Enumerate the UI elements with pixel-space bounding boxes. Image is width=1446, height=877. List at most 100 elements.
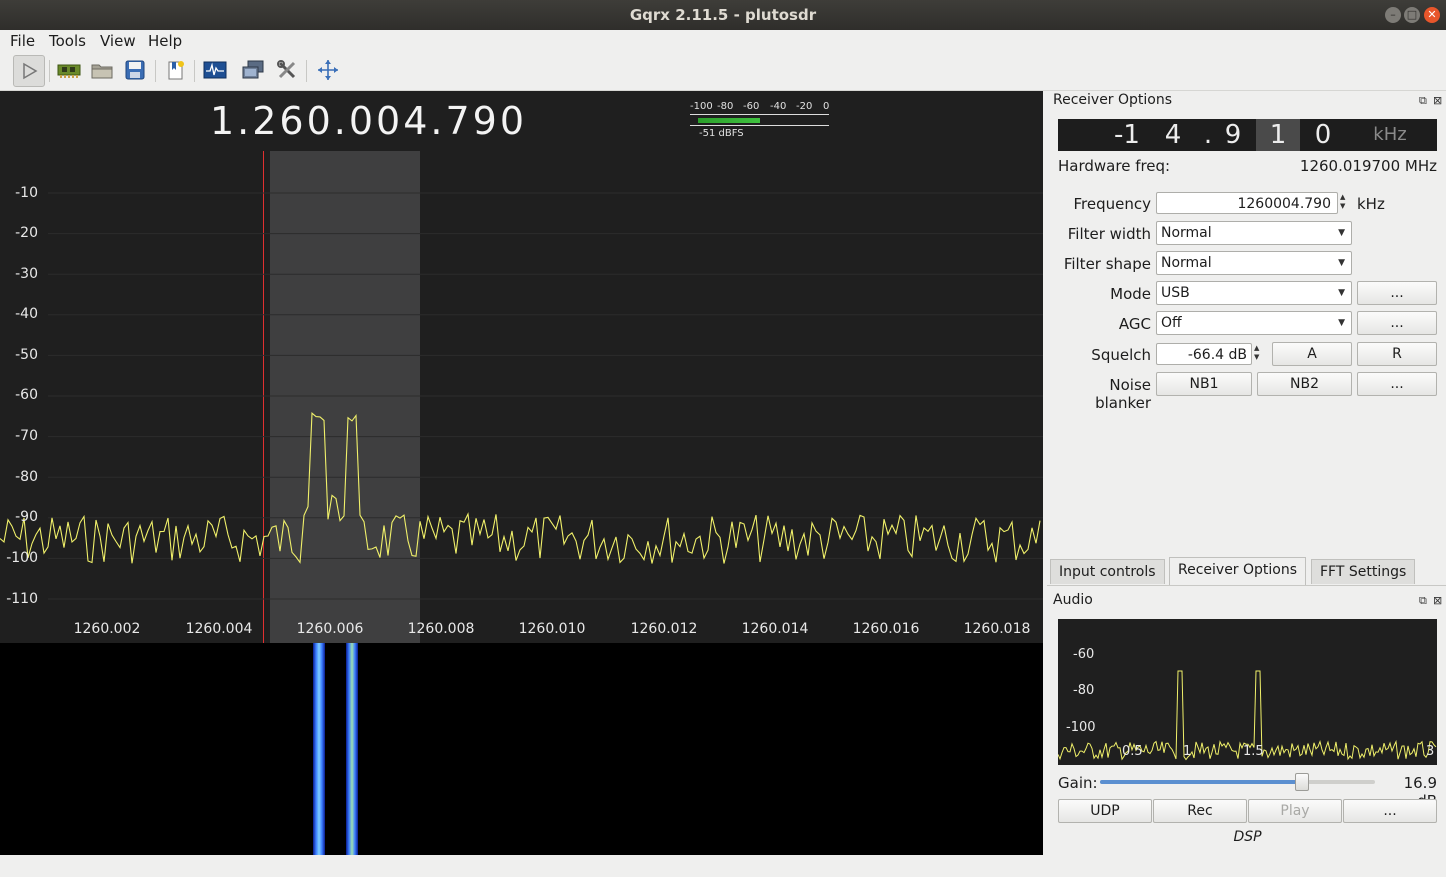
minimize-button[interactable]: – <box>1385 7 1401 23</box>
audio-x-tick: 1 <box>1183 744 1192 759</box>
gain-slider[interactable] <box>1100 773 1375 791</box>
frequency-input[interactable]: 1260004.790 <box>1156 192 1338 214</box>
agc-value: Off <box>1161 315 1182 331</box>
filter-shape-value: Normal <box>1161 255 1212 271</box>
x-tick: 1260.010 <box>518 621 586 637</box>
toolbar-separator <box>194 60 195 82</box>
nb2-button[interactable]: NB2 <box>1257 372 1352 396</box>
frequency-unit: kHz <box>1357 195 1385 213</box>
tab-input-controls[interactable]: Input controls <box>1050 559 1165 584</box>
y-tick: -110 <box>6 591 38 607</box>
offset-digit[interactable]: -1 <box>1110 119 1144 151</box>
offset-digit-selected[interactable]: 1 <box>1256 119 1300 151</box>
offset-unit: kHz <box>1373 124 1407 145</box>
filter-shape-select[interactable]: Normal ▼ <box>1156 251 1352 275</box>
x-tick: 1260.006 <box>296 621 364 637</box>
waterfall-signal-trace <box>313 643 325 855</box>
y-tick: -60 <box>15 387 38 403</box>
toolbar-separator <box>155 60 156 82</box>
dsp-icon[interactable] <box>200 55 230 85</box>
tab-receiver-options[interactable]: Receiver Options <box>1169 557 1307 585</box>
squelch-auto-button[interactable]: A <box>1272 342 1352 366</box>
bookmark-icon[interactable] <box>160 55 190 85</box>
gain-slider-handle[interactable] <box>1294 773 1309 791</box>
dock-float-button[interactable]: ⧉ <box>1419 94 1427 108</box>
waterfall-signal-trace <box>346 643 358 855</box>
mode-label: Mode <box>1110 285 1151 303</box>
settings-icon[interactable] <box>272 55 302 85</box>
filter-width-select[interactable]: Normal ▼ <box>1156 221 1352 245</box>
chevron-down-icon: ▼ <box>1338 288 1345 298</box>
x-tick: 1260.018 <box>963 621 1031 637</box>
gain-label: Gain: <box>1058 774 1098 792</box>
squelch-spin-buttons[interactable]: ▲ ▼ <box>1254 344 1259 362</box>
menu-file[interactable]: File <box>10 32 35 50</box>
x-tick: 1260.004 <box>185 621 253 637</box>
audio-title: Audio <box>1053 592 1093 608</box>
noise-blanker-options-button[interactable]: ... <box>1357 372 1437 396</box>
agc-options-button[interactable]: ... <box>1357 311 1437 335</box>
menu-bar: File Tools View Help <box>0 30 1446 52</box>
dock-close-button[interactable]: ⊠ <box>1433 94 1442 107</box>
nb1-button[interactable]: NB1 <box>1156 372 1252 396</box>
audio-y-tick: -60 <box>1073 647 1095 662</box>
play-icon[interactable] <box>13 55 45 87</box>
udp-button[interactable]: UDP <box>1058 799 1152 823</box>
agc-select[interactable]: Off ▼ <box>1156 311 1352 335</box>
offset-digit[interactable]: 9 <box>1218 119 1248 151</box>
maximize-button[interactable]: □ <box>1404 7 1420 23</box>
squelch-input[interactable]: -66.4 dB <box>1156 343 1252 365</box>
y-tick: -70 <box>15 428 38 444</box>
mode-value: USB <box>1161 285 1190 301</box>
play-button[interactable]: Play <box>1248 799 1342 823</box>
hardware-freq-value: 1260.019700 MHz <box>1299 157 1437 175</box>
hardware-icon[interactable] <box>54 55 84 85</box>
spectrum-line <box>0 412 1041 564</box>
audio-options-button[interactable]: ... <box>1343 799 1437 823</box>
y-tick: -40 <box>15 306 38 322</box>
x-tick: 1260.008 <box>407 621 475 637</box>
mode-select[interactable]: USB ▼ <box>1156 281 1352 305</box>
x-tick: 1260.002 <box>73 621 141 637</box>
y-tick: -10 <box>15 185 38 201</box>
toolbar-separator <box>306 60 307 82</box>
save-icon[interactable] <box>120 55 150 85</box>
offset-digit[interactable]: 0 <box>1308 119 1338 151</box>
status-bar <box>0 855 1446 877</box>
y-tick: -20 <box>15 225 38 241</box>
gain-slider-fill <box>1100 780 1301 784</box>
squelch-reset-button[interactable]: R <box>1357 342 1437 366</box>
dock-tabs: Input controls Receiver Options FFT Sett… <box>1047 557 1446 586</box>
record-button[interactable]: Rec <box>1153 799 1247 823</box>
dsp-label: DSP <box>1233 829 1262 845</box>
fullscreen-icon[interactable] <box>313 55 343 85</box>
audio-x-tick: 0.5 <box>1122 744 1143 759</box>
tab-fft-settings[interactable]: FFT Settings <box>1311 559 1416 584</box>
audio-y-tick: -100 <box>1066 720 1096 735</box>
mode-options-button[interactable]: ... <box>1357 281 1437 305</box>
offset-frequency-display[interactable]: -1 4 . 9 1 0 kHz <box>1058 119 1437 151</box>
offset-digit[interactable]: 4 <box>1158 119 1188 151</box>
chevron-down-icon: ▼ <box>1338 258 1345 268</box>
window-title: Gqrx 2.11.5 - plutosdr <box>629 6 817 24</box>
filter-width-value: Normal <box>1161 225 1212 241</box>
menu-tools[interactable]: Tools <box>49 32 86 50</box>
menu-view[interactable]: View <box>100 32 136 50</box>
x-tick: 1260.012 <box>630 621 698 637</box>
open-icon[interactable] <box>87 55 117 85</box>
agc-label: AGC <box>1118 315 1151 333</box>
close-button[interactable]: ✕ <box>1424 7 1440 23</box>
audio-y-tick: -80 <box>1073 683 1095 698</box>
frequency-spin-buttons[interactable]: ▲ ▼ <box>1340 193 1345 211</box>
receiver-options-title: Receiver Options <box>1053 92 1173 108</box>
spectrum-plot[interactable]: 1.260.004.790 -100 -80 -60 -40 -20 0 -51… <box>0 91 1043 643</box>
menu-help[interactable]: Help <box>148 32 182 50</box>
audio-fft-plot[interactable]: -60 -80 -100 0.5 1 1.5 3 <box>1058 619 1437 765</box>
dock-float-button[interactable]: ⧉ <box>1419 594 1427 608</box>
toolbar <box>0 52 1446 91</box>
squelch-label: Squelch <box>1091 346 1151 364</box>
waterfall-display[interactable] <box>0 643 1043 855</box>
dock-close-button[interactable]: ⊠ <box>1433 594 1442 607</box>
filter-width-label: Filter width <box>1067 225 1151 243</box>
remote-icon[interactable] <box>238 55 268 85</box>
